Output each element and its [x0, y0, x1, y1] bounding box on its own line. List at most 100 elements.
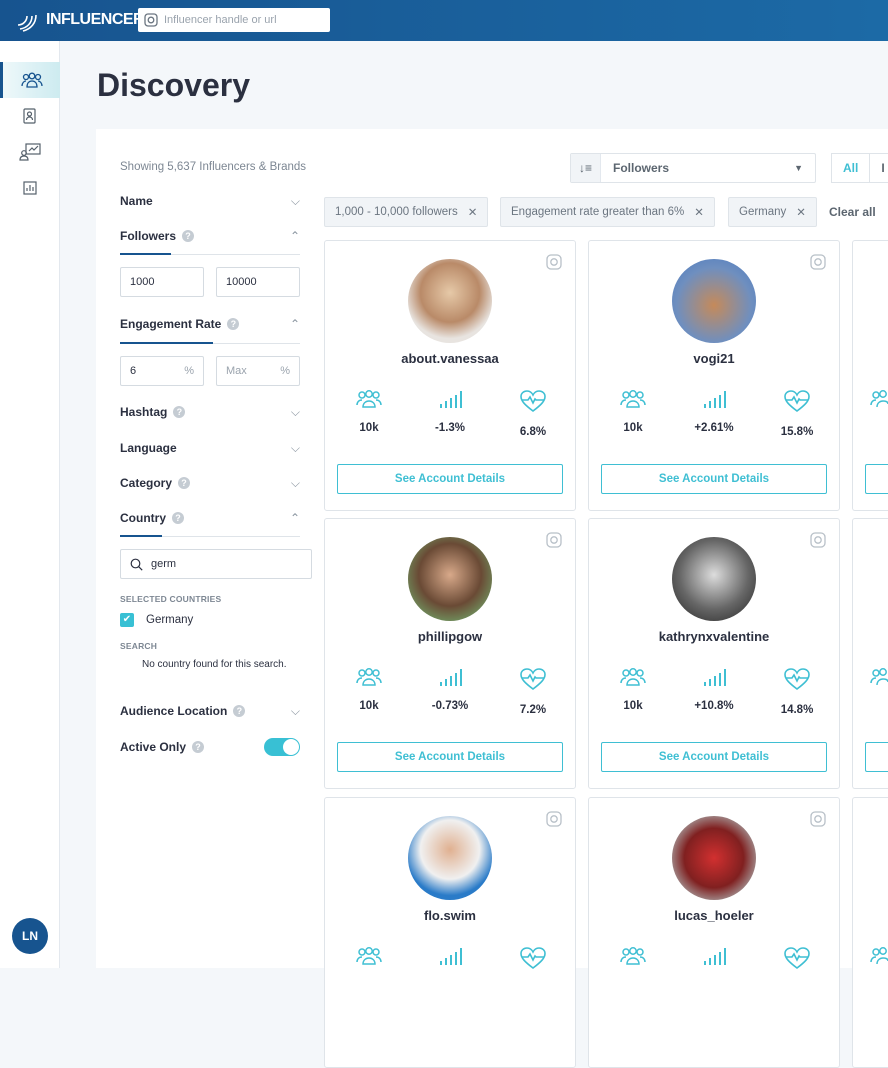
instagram-icon[interactable] — [546, 254, 562, 270]
help-icon[interactable]: ? — [233, 705, 246, 717]
active-only-toggle[interactable] — [264, 738, 300, 756]
instagram-icon — [144, 13, 158, 27]
stat-followers — [339, 946, 399, 971]
stat-followers: 10k — [339, 389, 399, 434]
help-icon[interactable]: ? — [178, 477, 191, 489]
sidebar-item-contacts[interactable] — [0, 98, 60, 134]
influencer-name[interactable]: kathrynxvalentine — [589, 629, 839, 644]
see-account-details-button[interactable]: See Account Details — [337, 464, 563, 494]
chevron-down-icon: ⌵ — [290, 441, 300, 455]
avatar[interactable] — [672, 259, 756, 343]
top-header: INFLUENCERDB Influencer handle or url — [0, 0, 888, 41]
influencer-card[interactable]: flo.swim — [324, 797, 576, 1068]
avatar[interactable] — [408, 537, 492, 621]
help-icon[interactable]: ? — [227, 318, 240, 330]
filter-language[interactable]: Language ⌵ — [120, 441, 300, 455]
clear-all-button[interactable]: Clear all — [829, 205, 876, 219]
instagram-icon[interactable] — [546, 532, 562, 548]
see-account-details-button[interactable]: See Account Details — [337, 742, 563, 772]
instagram-icon[interactable] — [810, 811, 826, 827]
influencer-name[interactable]: lucas_hoeler — [589, 908, 839, 923]
sort-icon[interactable]: ↓≡ — [571, 154, 601, 182]
avatar[interactable] — [408, 259, 492, 343]
search-label: SEARCH — [120, 641, 158, 651]
followers-min-input[interactable]: 1000 — [120, 267, 204, 297]
followers-icon — [870, 390, 888, 408]
followers-icon — [356, 390, 382, 408]
stat-engagement — [503, 946, 563, 975]
stat-engagement: 14.8% — [767, 667, 827, 716]
growth-bars-icon — [704, 948, 726, 965]
user-avatar[interactable]: LN — [12, 918, 48, 954]
followers-icon — [870, 947, 888, 965]
engagement-min-input[interactable]: 6% — [120, 356, 204, 386]
close-icon[interactable]: ✕ — [468, 205, 478, 219]
type-tabs: All I — [831, 153, 888, 183]
tab-all[interactable]: All — [832, 154, 869, 182]
see-account-details-button[interactable]: See Account Details — [601, 742, 827, 772]
engagement-max-input[interactable]: Max% — [216, 356, 300, 386]
growth-bars-icon — [440, 391, 462, 408]
sidebar-item-discovery[interactable] — [0, 62, 60, 98]
followers-icon — [870, 668, 888, 686]
filter-followers[interactable]: Followers? ⌃ — [120, 229, 300, 243]
help-icon[interactable]: ? — [173, 406, 186, 418]
filter-engagement-rate[interactable]: Engagement Rate? ⌃ — [120, 317, 300, 331]
close-icon[interactable]: ✕ — [694, 205, 704, 219]
stat-growth: -1.3% — [420, 389, 480, 434]
stat-growth: +10.8% — [684, 667, 744, 712]
page-title: Discovery — [97, 67, 250, 103]
help-icon[interactable]: ? — [182, 230, 195, 242]
help-icon[interactable]: ? — [192, 741, 205, 753]
influencer-name[interactable]: about.vanessaa — [325, 351, 575, 366]
filter-name[interactable]: Name ⌵ — [120, 194, 300, 208]
sidebar: LN — [0, 41, 60, 968]
influencer-card[interactable]: phillipgow 10k -0.73% 7.2% See Account Detai… — [324, 518, 576, 789]
users-icon — [20, 72, 43, 88]
close-icon[interactable]: ✕ — [796, 205, 806, 219]
influencer-card-partial[interactable] — [852, 797, 888, 1068]
chevron-down-icon: ⌵ — [290, 704, 300, 718]
filter-category[interactable]: Category? ⌵ — [120, 476, 300, 490]
influencer-search-input[interactable]: Influencer handle or url — [138, 8, 330, 32]
instagram-icon[interactable] — [546, 811, 562, 827]
checkbox-checked-icon[interactable]: ✔ — [120, 613, 134, 627]
influencer-card[interactable]: kathrynxvalentine 10k +10.8% 14.8% See Accou… — [588, 518, 840, 789]
avatar[interactable] — [672, 816, 756, 900]
influencer-card[interactable]: vogi21 10k +2.61% 15.8% See Account Details — [588, 240, 840, 511]
tab-influencers[interactable]: I — [869, 154, 888, 182]
instagram-icon[interactable] — [810, 254, 826, 270]
filter-audience-location[interactable]: Audience Location? ⌵ — [120, 704, 300, 718]
help-icon[interactable]: ? — [172, 512, 184, 524]
followers-icon — [356, 668, 382, 686]
influencer-card-partial[interactable] — [852, 518, 888, 789]
filter-hashtag[interactable]: Hashtag? ⌵ — [120, 405, 300, 419]
followers-max-input[interactable]: 10000 — [216, 267, 300, 297]
filter-country[interactable]: Country? ⌃ — [120, 511, 300, 525]
influencer-card[interactable]: lucas_hoeler — [588, 797, 840, 1068]
see-account-details-button[interactable]: See Account Details — [601, 464, 827, 494]
stat-followers: 10k — [339, 667, 399, 712]
sort-select[interactable]: ↓≡ Followers ▼ — [570, 153, 816, 183]
filter-chip: Germany ✕ — [728, 197, 817, 227]
influencer-card[interactable]: about.vanessaa 10k -1.3% 6.8% See Account De… — [324, 240, 576, 511]
instagram-icon[interactable] — [810, 532, 826, 548]
see-account-details-button[interactable] — [865, 464, 888, 494]
results-count: Showing 5,637 Influencers & Brands — [120, 161, 307, 173]
stat-engagement — [767, 946, 827, 975]
influencer-name[interactable]: phillipgow — [325, 629, 575, 644]
selected-countries-label: SELECTED COUNTRIES — [120, 594, 222, 604]
influencer-name[interactable]: vogi21 — [589, 351, 839, 366]
country-option-germany[interactable]: ✔ Germany — [120, 613, 193, 627]
avatar[interactable] — [672, 537, 756, 621]
see-account-details-button[interactable] — [865, 742, 888, 772]
country-search-input[interactable]: germ — [120, 549, 312, 579]
engagement-heart-icon — [784, 947, 810, 970]
stat-growth — [684, 946, 744, 971]
stat-followers: 10k — [603, 667, 663, 712]
sidebar-item-analytics[interactable] — [0, 170, 60, 206]
sidebar-item-campaigns[interactable] — [0, 134, 60, 170]
influencer-card-partial[interactable] — [852, 240, 888, 511]
influencer-name[interactable]: flo.swim — [325, 908, 575, 923]
avatar[interactable] — [408, 816, 492, 900]
